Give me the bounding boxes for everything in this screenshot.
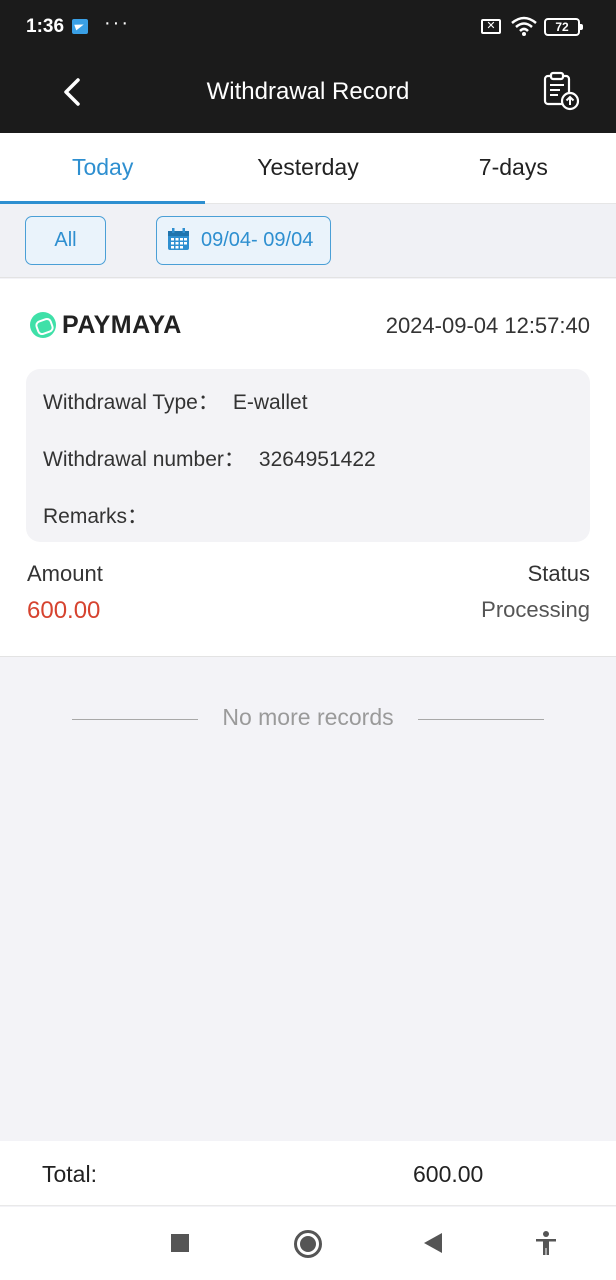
tab-yesterday[interactable]: Yesterday	[205, 133, 410, 203]
more-notifications-icon: ···	[104, 12, 130, 34]
withdrawal-number-row: Withdrawal number： 3264951422	[43, 443, 376, 473]
list-end-indicator: No more records	[0, 704, 616, 731]
telegram-icon	[72, 19, 88, 34]
amount-label: Amount	[27, 561, 103, 586]
amount-value: 600.00	[27, 597, 101, 624]
battery-icon: 72	[544, 18, 583, 36]
page-title: Withdrawal Record	[206, 78, 410, 105]
divider-right	[418, 719, 544, 720]
app-header: Withdrawal Record	[0, 52, 616, 133]
total-label: Total:	[42, 1161, 97, 1187]
tab-today[interactable]: Today	[0, 133, 206, 204]
home-circle-icon[interactable]	[293, 1229, 322, 1258]
no-more-records-text: No more records	[222, 704, 394, 730]
remarks-label: Remarks：	[43, 505, 149, 528]
status-label: Status	[527, 561, 590, 586]
date-range-button[interactable]: 09/04- 09/04	[156, 216, 331, 265]
back-triangle-icon[interactable]	[420, 1229, 448, 1257]
system-nav-bar	[0, 1207, 616, 1280]
withdrawal-number-value: 3264951422	[258, 448, 376, 471]
channel-name: PAYMAYA	[62, 310, 182, 339]
date-tabs: Today Yesterday 7-days	[0, 133, 616, 204]
withdrawal-type-value: E-wallet	[232, 391, 308, 414]
no-sim-icon: ✕	[481, 19, 501, 34]
payment-channel: PAYMAYA	[30, 311, 182, 339]
withdrawal-type-row: Withdrawal Type： E-wallet	[43, 386, 308, 416]
withdrawal-number-label: Withdrawal number：	[43, 448, 245, 471]
total-bar: Total: 600.00	[0, 1141, 616, 1206]
date-range-label: 09/04- 09/04	[201, 229, 314, 251]
divider-left	[72, 719, 198, 720]
total-value: 600.00	[413, 1161, 484, 1187]
record-details: Withdrawal Type： E-wallet Withdrawal numb…	[26, 369, 590, 542]
wifi-icon	[511, 16, 537, 36]
recents-square-icon[interactable]	[166, 1229, 194, 1257]
tab-7-days[interactable]: 7-days	[411, 133, 616, 203]
status-bar: 1:36 ··· ✕ 72	[0, 0, 616, 52]
withdrawal-type-label: Withdrawal Type：	[43, 391, 219, 414]
filter-all-button[interactable]: All	[25, 216, 106, 265]
status-value: Processing	[481, 597, 590, 622]
status-time: 1:36	[26, 16, 65, 37]
remarks-row: Remarks：	[43, 500, 162, 530]
withdrawal-record-card[interactable]: PAYMAYA 2024-09-04 12:57:40 Withdrawal T…	[0, 279, 616, 657]
calendar-icon	[168, 228, 189, 250]
accessibility-icon[interactable]	[532, 1229, 560, 1257]
filter-bar: All 09/04- 09/04	[0, 204, 616, 278]
clipboard-upload-icon[interactable]	[540, 70, 582, 112]
paymaya-logo-icon	[30, 312, 56, 338]
record-datetime: 2024-09-04 12:57:40	[385, 313, 590, 338]
